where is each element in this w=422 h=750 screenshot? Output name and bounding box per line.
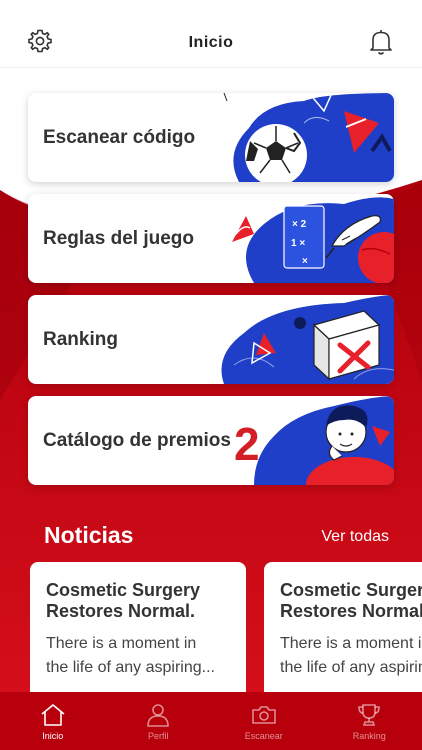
tab-perfil[interactable]: Perfil — [106, 692, 212, 750]
tactics-board-illustration: × 2 1 × × — [222, 197, 394, 283]
bell-icon[interactable] — [368, 28, 394, 56]
news-card[interactable]: Cosmetic Surgery Restores Normal. There … — [30, 562, 246, 712]
menu-card-label: Reglas del juego — [43, 227, 194, 249]
menu-card-scan[interactable]: Escanear código — [28, 93, 394, 182]
home-icon — [41, 704, 65, 726]
tab-label: Escanear — [244, 731, 283, 741]
news-title: Noticias — [44, 522, 134, 548]
tab-inicio[interactable]: Inicio — [0, 692, 106, 750]
top-header: Inicio — [0, 0, 422, 68]
trophy-icon — [358, 704, 381, 726]
tab-label: Perfil — [147, 731, 169, 741]
menu-card-label: Ranking — [43, 328, 118, 350]
news-card-excerpt-line: There is a moment in — [46, 635, 197, 652]
news-card-title-line: Restores Normal. — [280, 601, 422, 621]
svg-text:2: 2 — [234, 418, 260, 470]
bottom-tab-bar: Inicio Perfil Escanear Ranking — [0, 692, 422, 750]
svg-text:× 2: × 2 — [292, 219, 307, 230]
x-mark-box-illustration — [221, 295, 394, 384]
tab-escanear[interactable]: Escanear — [211, 692, 317, 750]
page-title: Inicio — [188, 34, 234, 51]
menu-card-rules[interactable]: Reglas del juego × 2 1 × × — [28, 194, 394, 283]
menu-card-label: Escanear código — [43, 126, 196, 148]
see-all-link[interactable]: Ver todas — [321, 528, 389, 546]
news-card-excerpt-line: the life of any aspiring... — [280, 659, 422, 676]
news-card[interactable]: Cosmetic Surgery Restores Normal. There … — [264, 562, 422, 712]
tab-label: Inicio — [42, 731, 64, 741]
news-card-title-line: Cosmetic Surgery — [280, 580, 422, 600]
news-card-excerpt-line: the life of any aspiring... — [46, 659, 215, 676]
svg-text:1 ×: 1 × — [291, 238, 305, 249]
news-card-title-line: Cosmetic Surgery — [46, 580, 201, 600]
camera-icon — [251, 706, 276, 724]
menu-card-label: Catálogo de premios — [43, 429, 231, 451]
tab-ranking[interactable]: Ranking — [317, 692, 422, 750]
news-card-excerpt-line: There is a moment in — [280, 635, 422, 652]
news-card-title-line: Restores Normal. — [46, 601, 196, 621]
person-icon — [147, 704, 170, 727]
soccer-ball-illustration — [223, 93, 394, 182]
svg-text:×: × — [302, 256, 308, 267]
tab-label: Ranking — [352, 731, 386, 741]
news-section-header: Noticias Ver todas — [0, 518, 422, 554]
menu-card-catalog[interactable]: Catálogo de premios 2 — [28, 396, 394, 485]
menu-card-ranking[interactable]: Ranking — [28, 295, 394, 384]
